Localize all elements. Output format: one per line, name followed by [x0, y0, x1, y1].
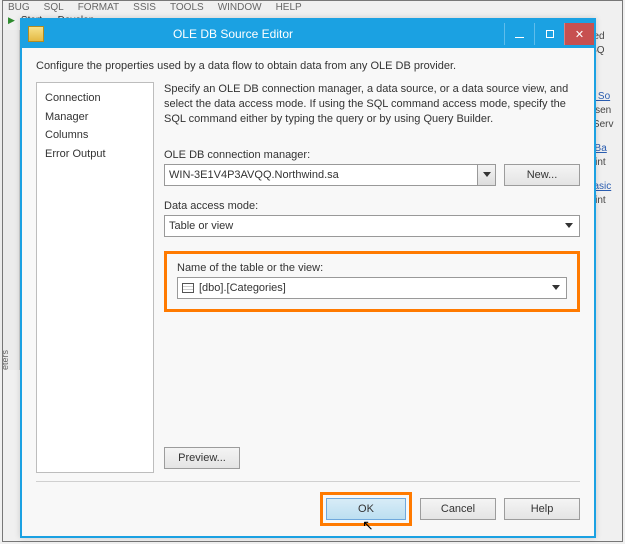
preview-button[interactable]: Preview... [164, 447, 240, 469]
folder-icon [28, 26, 44, 42]
nav-connection-manager[interactable]: Connection Manager [45, 89, 145, 126]
page-description: Specify an OLE DB connection manager, a … [164, 82, 580, 127]
table-or-view-dropdown[interactable]: [dbo].[Categories] [177, 277, 567, 299]
table-view-highlight: Name of the table or the view: [dbo].[Ca… [164, 251, 580, 312]
background-menubar: BUGSQL FORMATSSIS TOOLSWINDOW HELP [0, 0, 625, 13]
dialog-title: OLE DB Source Editor [52, 27, 504, 41]
chevron-down-icon [565, 223, 573, 228]
side-tab: eters [0, 30, 20, 370]
ok-highlight: OK ↖ [320, 492, 412, 526]
connection-manager-combo[interactable]: WIN-3E1V4P3AVQQ.Northwind.sa [164, 164, 496, 186]
ole-db-source-editor-dialog: OLE DB Source Editor ✕ Configure the pro… [20, 18, 596, 538]
ok-button[interactable]: OK [326, 498, 406, 520]
maximize-button[interactable] [534, 23, 564, 45]
titlebar[interactable]: OLE DB Source Editor ✕ [22, 20, 594, 48]
play-icon: ▶ [8, 15, 15, 26]
nav-columns[interactable]: Columns [45, 126, 145, 145]
conn-label: OLE DB connection manager: [164, 149, 580, 161]
page-nav: Connection Manager Columns Error Output [36, 82, 154, 473]
chevron-down-icon [483, 172, 491, 177]
top-instruction: Configure the properties used by a data … [36, 60, 580, 72]
chevron-down-icon [552, 285, 560, 290]
table-or-view-value: [dbo].[Categories] [199, 282, 286, 294]
nav-error-output[interactable]: Error Output [45, 145, 145, 164]
data-access-mode-value: Table or view [169, 220, 233, 232]
data-access-mode-dropdown[interactable]: Table or view [164, 215, 580, 237]
minimize-button[interactable] [504, 23, 534, 45]
table-label: Name of the table or the view: [177, 262, 567, 274]
table-icon [182, 283, 194, 293]
close-button[interactable]: ✕ [564, 23, 594, 45]
new-connection-button[interactable]: New... [504, 164, 580, 186]
cancel-button[interactable]: Cancel [420, 498, 496, 520]
help-button[interactable]: Help [504, 498, 580, 520]
connection-manager-value: WIN-3E1V4P3AVQQ.Northwind.sa [169, 169, 339, 181]
access-mode-label: Data access mode: [164, 200, 580, 212]
